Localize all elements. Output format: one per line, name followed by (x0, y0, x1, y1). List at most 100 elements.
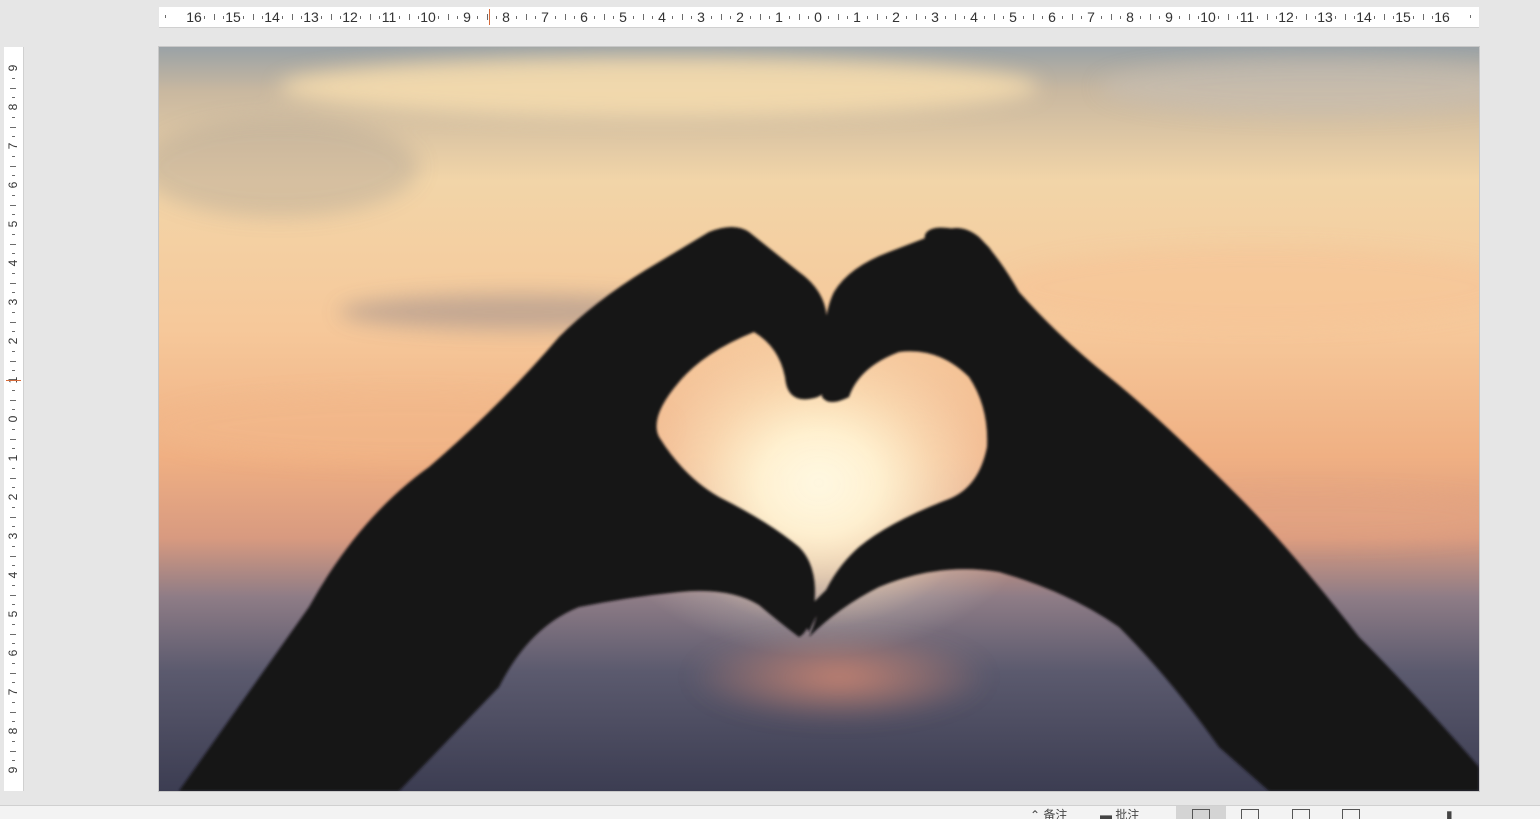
hruler-tick (1412, 15, 1414, 19)
hruler-tick (1149, 14, 1151, 20)
hruler-cursor-marker (489, 9, 490, 25)
hruler-label: 8 (502, 9, 510, 25)
vruler-label: 7 (6, 142, 20, 150)
comment-icon: ▬ (1100, 808, 1112, 819)
hruler-tick (798, 14, 800, 20)
vruler-tick (11, 701, 15, 703)
hruler-tick (1120, 15, 1122, 19)
vruler-tick (10, 594, 16, 596)
vruler-tick (11, 97, 15, 99)
hruler-tick (320, 15, 322, 19)
hruler-label: 11 (381, 9, 397, 25)
hruler-tick (603, 14, 605, 20)
hruler-tick (281, 15, 283, 19)
hruler-tick (915, 14, 917, 20)
hruler-tick (1354, 15, 1356, 19)
hruler-label: 9 (463, 9, 471, 25)
notes-icon: ⌃ (1030, 808, 1041, 819)
reading-view-icon[interactable] (1292, 809, 1310, 819)
vruler-tick (10, 711, 16, 713)
hruler-tick (905, 15, 907, 19)
hruler-tick (554, 15, 556, 19)
vruler-label: 9 (6, 64, 20, 72)
vruler-tick (10, 399, 16, 401)
hruler-tick (408, 14, 410, 20)
hruler-label: 15 (225, 9, 241, 25)
hruler-tick (242, 15, 244, 19)
comments-toggle[interactable]: ▬ 批注 (1100, 808, 1139, 819)
vruler-tick (11, 194, 15, 196)
hruler-tick (1276, 15, 1278, 19)
vruler-tick (10, 477, 16, 479)
zoom-slider-thumb[interactable]: ▮ (1446, 808, 1453, 819)
vruler-tick (10, 438, 16, 440)
vruler-label: 3 (6, 532, 20, 540)
hruler-label: 14 (1356, 9, 1372, 25)
hruler-label: 2 (892, 9, 900, 25)
hruler-tick (252, 14, 254, 20)
vruler-tick (11, 155, 15, 157)
vruler-tick (10, 282, 16, 284)
slide-sorter-icon[interactable] (1241, 809, 1259, 819)
hruler-tick (1071, 14, 1073, 20)
hruler-label: 10 (1200, 9, 1216, 25)
hruler-label: 7 (541, 9, 549, 25)
vruler-label: 5 (6, 610, 20, 618)
hruler-tick (1061, 15, 1063, 19)
hruler-tick (165, 15, 166, 18)
hruler-tick (496, 15, 498, 19)
vruler-tick (11, 467, 15, 469)
hruler-tick (525, 14, 527, 20)
hruler-tick (476, 15, 478, 19)
vruler-tick (11, 740, 15, 742)
hruler-tick (369, 14, 371, 20)
vruler-tick (11, 272, 15, 274)
hruler-tick (1266, 14, 1268, 20)
hruler-tick (1032, 14, 1034, 20)
hruler-label: 16 (186, 9, 202, 25)
vruler-tick (11, 292, 15, 294)
vruler-tick (11, 604, 15, 606)
vruler-tick (11, 389, 15, 391)
vruler-tick (11, 487, 15, 489)
hruler-tick (1305, 14, 1307, 20)
vruler-tick (11, 760, 15, 762)
vruler-tick (11, 214, 15, 216)
vruler-tick (11, 721, 15, 723)
hruler-tick (671, 15, 673, 19)
hruler-tick (983, 15, 985, 19)
hruler-tick (447, 14, 449, 20)
hruler-tick (1315, 15, 1317, 19)
vruler-tick (10, 321, 16, 323)
vruler-tick (10, 750, 16, 752)
hruler-tick (993, 14, 995, 20)
horizontal-ruler[interactable]: 16 15 14 13 12 11 10 9 8 7 6 5 4 3 2 1 0 1 2 3 4 5 6 7 8 9 10 11 12 1… (159, 7, 1479, 28)
hruler-tick (418, 15, 420, 19)
hruler-label: 5 (1009, 9, 1017, 25)
hruler-label: 12 (342, 9, 358, 25)
slide-canvas[interactable] (159, 47, 1479, 791)
notes-toggle[interactable]: ⌃ 备注 (1030, 808, 1067, 819)
hruler-tick (564, 14, 566, 20)
hruler-tick (301, 15, 303, 19)
hruler-label: 9 (1165, 9, 1173, 25)
hruler-tick (1334, 15, 1336, 19)
hruler-label: 11 (1239, 9, 1255, 25)
hruler-label: 5 (619, 9, 627, 25)
hruler-tick (954, 14, 956, 20)
hruler-tick (632, 15, 634, 19)
hruler-tick (1042, 15, 1044, 19)
vertical-ruler[interactable]: 9876543210123456789 (4, 47, 24, 791)
hruler-tick (1100, 15, 1102, 19)
vruler-tick (11, 448, 15, 450)
hruler-tick (1422, 14, 1424, 20)
hruler-tick (1295, 15, 1297, 19)
vruler-tick (11, 584, 15, 586)
hruler-label: 1 (853, 9, 861, 25)
vruler-tick (11, 136, 15, 138)
hruler-tick (1110, 14, 1112, 20)
hruler-tick (1470, 15, 1471, 18)
slideshow-icon[interactable] (1342, 809, 1360, 819)
normal-view-button[interactable] (1176, 806, 1226, 819)
hruler-label: 0 (814, 9, 822, 25)
